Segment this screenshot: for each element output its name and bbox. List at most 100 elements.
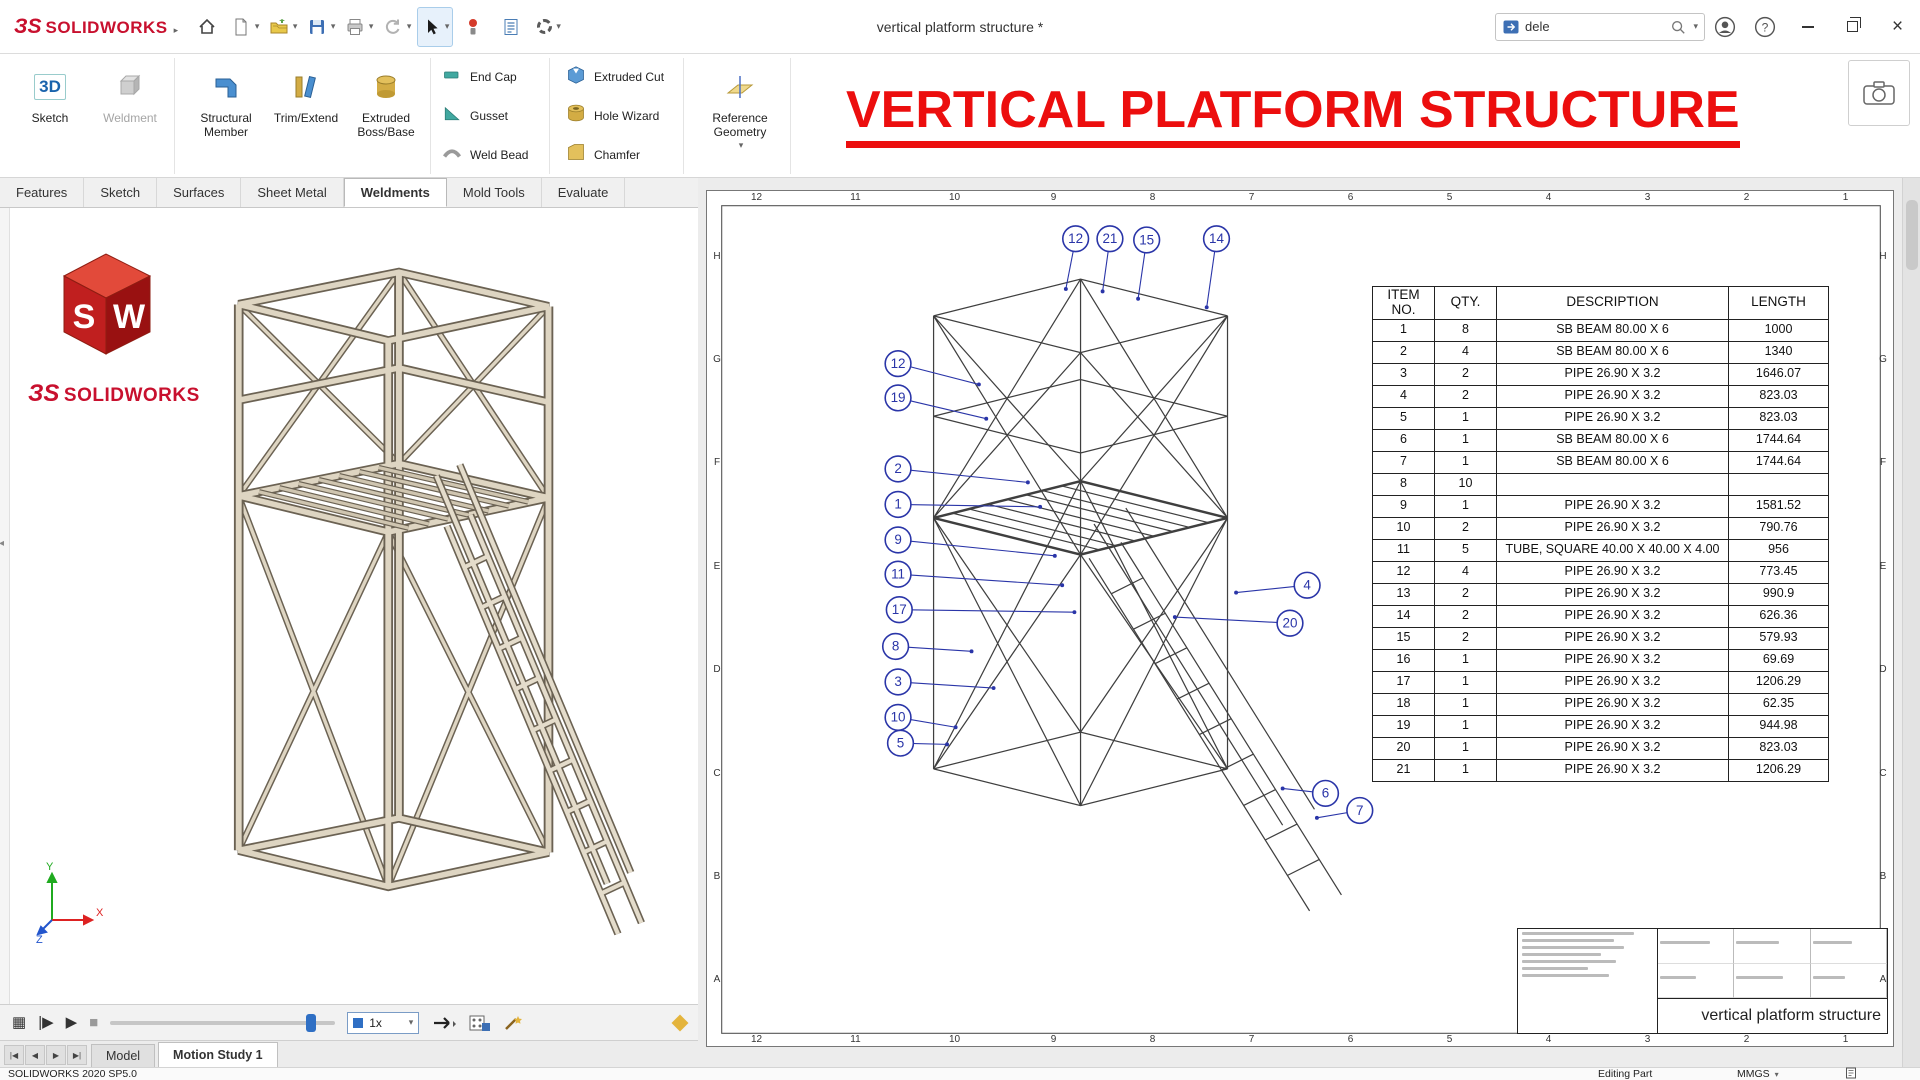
balloon[interactable]: 20 [1277, 610, 1303, 636]
drawing-sheet[interactable]: 12211514121921911178310542067 ITEM NO. Q… [706, 190, 1894, 1047]
reference-geometry-button[interactable]: Reference Geometry ▾ [694, 58, 786, 174]
motion-settings-icon[interactable]: ▦ [12, 1015, 26, 1030]
tab-sheet-metal[interactable]: Sheet Metal [241, 178, 343, 207]
bom-row[interactable]: 24SB BEAM 80.00 X 61340 [1373, 341, 1829, 363]
3d-sketch-button[interactable]: 3D Sketch [10, 58, 90, 174]
balloon[interactable]: 12 [885, 351, 911, 377]
balloon[interactable]: 8 [883, 634, 909, 660]
bom-row[interactable]: 211PIPE 26.90 X 3.21206.29 [1373, 759, 1829, 781]
bom-row[interactable]: 102PIPE 26.90 X 3.2790.76 [1373, 517, 1829, 539]
save-caret-icon[interactable]: ▾ [331, 21, 336, 32]
bom-row[interactable]: 171PIPE 26.90 X 3.21206.29 [1373, 671, 1829, 693]
balloon[interactable]: 19 [885, 385, 911, 411]
tab-motion-study-1[interactable]: Motion Study 1 [158, 1042, 278, 1067]
print-caret-icon[interactable]: ▾ [369, 21, 374, 32]
tab-scroll-next-button[interactable]: ▶ [46, 1045, 66, 1065]
tab-model[interactable]: Model [91, 1044, 155, 1067]
rebuild-button[interactable] [455, 7, 491, 47]
open-button[interactable]: ▾ [265, 7, 301, 47]
select-tool-caret-icon[interactable]: ▾ [445, 21, 450, 32]
bom-row[interactable]: 124PIPE 26.90 X 3.2773.45 [1373, 561, 1829, 583]
tab-mold-tools[interactable]: Mold Tools [447, 178, 542, 207]
drawing-scrollbar[interactable] [1902, 178, 1920, 1067]
screen-capture-panel[interactable] [1848, 60, 1910, 126]
extruded-cut-button[interactable]: Extruded Cut [560, 59, 679, 95]
sheet-properties-button[interactable] [493, 7, 529, 47]
hole-wizard-button[interactable]: Hole Wizard [560, 98, 679, 134]
solidworks-logo[interactable]: ЗS SOLIDWORKS ▸ [0, 15, 188, 39]
balloon[interactable]: 12 [1063, 226, 1089, 252]
balloon[interactable]: 10 [885, 705, 911, 731]
units-select[interactable]: MMGS ▾ [1737, 1068, 1779, 1080]
play-from-start-button[interactable]: |▶ [38, 1015, 53, 1030]
stop-button[interactable]: ■ [89, 1015, 98, 1030]
undo-button[interactable]: ▾ [379, 7, 415, 47]
drawing-viewport[interactable]: 12211514121921911178310542067 ITEM NO. Q… [698, 178, 1920, 1067]
bom-row[interactable]: 51PIPE 26.90 X 3.2823.03 [1373, 407, 1829, 429]
search-commands-icon[interactable] [1502, 18, 1520, 36]
weld-bead-button[interactable]: Weld Bead [436, 137, 545, 173]
bom-row[interactable]: 810 [1373, 473, 1829, 495]
balloon[interactable]: 11 [885, 561, 911, 587]
bom-row[interactable]: 18SB BEAM 80.00 X 61000 [1373, 319, 1829, 341]
select-tool-button[interactable]: ▾ [417, 7, 453, 47]
status-sheet-icon[interactable] [1845, 1067, 1857, 1079]
bom-row[interactable]: 91PIPE 26.90 X 3.21581.52 [1373, 495, 1829, 517]
balloon[interactable]: 17 [886, 597, 912, 623]
search-caret-icon[interactable]: ▾ [1693, 21, 1698, 32]
tab-sketch[interactable]: Sketch [84, 178, 157, 207]
balloon[interactable]: 21 [1097, 226, 1123, 252]
tab-surfaces[interactable]: Surfaces [157, 178, 241, 207]
gusset-button[interactable]: Gusset [436, 98, 545, 134]
options-caret-icon[interactable]: ▾ [556, 21, 561, 32]
bom-row[interactable]: 132PIPE 26.90 X 3.2990.9 [1373, 583, 1829, 605]
bom-row[interactable]: 32PIPE 26.90 X 3.21646.07 [1373, 363, 1829, 385]
minimize-button[interactable] [1785, 0, 1830, 54]
balloon[interactable]: 15 [1134, 227, 1160, 253]
save-animation-icon[interactable] [469, 1014, 491, 1032]
close-button[interactable]: × [1875, 0, 1920, 54]
reference-geometry-caret-icon[interactable]: ▾ [739, 140, 744, 151]
tab-scroll-first-button[interactable]: |◀ [4, 1045, 24, 1065]
bom-row[interactable]: 191PIPE 26.90 X 3.2944.98 [1373, 715, 1829, 737]
open-caret-icon[interactable]: ▾ [293, 21, 298, 32]
weldment-button[interactable]: Weldment [90, 58, 170, 174]
tab-features[interactable]: Features [0, 178, 84, 207]
feature-manager-collapsed-strip[interactable]: ◂ [0, 208, 10, 1004]
end-cap-button[interactable]: End Cap [436, 59, 545, 95]
search-icon[interactable] [1670, 19, 1686, 35]
search-input[interactable] [1525, 19, 1665, 34]
search-box[interactable]: ▾ [1495, 13, 1705, 41]
bom-row[interactable]: 42PIPE 26.90 X 3.2823.03 [1373, 385, 1829, 407]
restore-button[interactable] [1830, 0, 1875, 54]
balloon[interactable]: 2 [885, 456, 911, 482]
tab-scroll-prev-button[interactable]: ◀ [25, 1045, 45, 1065]
model-viewport[interactable]: ◂ S W ЗS SOLIDWORKS [0, 208, 698, 1004]
structural-member-button[interactable]: Structural Member [186, 58, 266, 174]
balloon[interactable]: 7 [1347, 798, 1373, 824]
options-button[interactable]: ▾ [531, 7, 567, 47]
balloon[interactable]: 5 [888, 730, 914, 756]
bom-row[interactable]: 61SB BEAM 80.00 X 61744.64 [1373, 429, 1829, 451]
timeline-slider[interactable] [110, 1021, 335, 1025]
trim-extend-button[interactable]: Trim/Extend [266, 58, 346, 174]
bom-row[interactable]: 181PIPE 26.90 X 3.262.35 [1373, 693, 1829, 715]
title-block[interactable]: vertical platform structure [1517, 928, 1888, 1034]
bom-table[interactable]: ITEM NO. QTY. DESCRIPTION LENGTH 18SB BE… [1372, 286, 1829, 782]
expand-panel-icon[interactable]: ◂ [0, 538, 4, 549]
play-button[interactable]: ▶ [66, 1015, 78, 1030]
account-button[interactable] [1705, 0, 1745, 54]
platform-3d-model[interactable] [196, 234, 666, 949]
chamfer-button[interactable]: Chamfer [560, 137, 679, 173]
home-button[interactable] [189, 7, 225, 47]
balloon[interactable]: 1 [885, 492, 911, 518]
bom-row[interactable]: 71SB BEAM 80.00 X 61744.64 [1373, 451, 1829, 473]
tab-weldments[interactable]: Weldments [344, 178, 447, 207]
bom-row[interactable]: 115TUBE, SQUARE 40.00 X 40.00 X 4.00956 [1373, 539, 1829, 561]
new-document-button[interactable]: ▾ [227, 7, 263, 47]
new-document-caret-icon[interactable]: ▾ [255, 21, 260, 32]
playback-mode-icon[interactable] [431, 1014, 457, 1032]
balloon[interactable]: 9 [885, 527, 911, 553]
balloon[interactable]: 6 [1313, 780, 1339, 806]
tab-scroll-last-button[interactable]: ▶| [67, 1045, 87, 1065]
